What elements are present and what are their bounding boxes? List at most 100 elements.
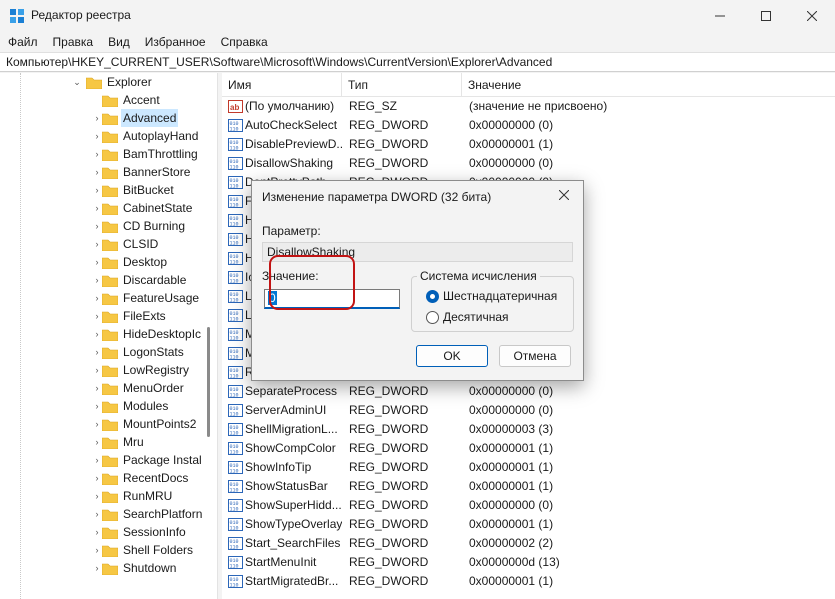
menu-help[interactable]: Справка: [213, 35, 275, 49]
chevron-right-icon[interactable]: ›: [92, 451, 102, 469]
chevron-right-icon[interactable]: ›: [92, 127, 102, 145]
value-type: REG_DWORD: [349, 498, 429, 512]
menu-edit[interactable]: Правка: [45, 35, 101, 49]
chevron-right-icon[interactable]: ›: [92, 163, 102, 181]
address-bar[interactable]: Компьютер\HKEY_CURRENT_USER\Software\Mic…: [0, 52, 835, 72]
chevron-right-icon[interactable]: ›: [92, 379, 102, 397]
chevron-right-icon[interactable]: ›: [92, 433, 102, 451]
tree-item[interactable]: › FileExts: [0, 307, 202, 325]
chevron-right-icon[interactable]: ›: [92, 487, 102, 505]
tree-item[interactable]: › FeatureUsage: [0, 289, 202, 307]
tree-item[interactable]: › MountPoints2: [0, 415, 202, 433]
chevron-right-icon[interactable]: ›: [92, 361, 102, 379]
chevron-right-icon[interactable]: ›: [92, 271, 102, 289]
radio-dec[interactable]: Десятичная: [426, 309, 509, 325]
list-row[interactable]: ab (По умолчанию) REG_SZ (значение не присв…: [222, 97, 835, 116]
list-row[interactable]: 010 110 StartMenuInit REG_DWORD 0x0000000d (…: [222, 553, 835, 572]
list-row[interactable]: 010 110 ShowCompColor REG_DWORD 0x00000001 (…: [222, 439, 835, 458]
tree-item[interactable]: › Advanced: [0, 109, 202, 127]
chevron-right-icon[interactable]: ›: [92, 235, 102, 253]
tree-item[interactable]: › SearchPlatforn: [0, 505, 202, 523]
tree-item[interactable]: › Discardable: [0, 271, 202, 289]
tree-item[interactable]: › RunMRU: [0, 487, 202, 505]
tree-item[interactable]: › BamThrottling: [0, 145, 202, 163]
tree-item[interactable]: › LogonStats: [0, 343, 202, 361]
maximize-button[interactable]: [743, 0, 789, 32]
chevron-down-icon[interactable]: ⌄: [72, 73, 82, 91]
menu-favorites[interactable]: Избранное: [137, 35, 213, 49]
tree-item[interactable]: ⌄ Explorer: [0, 73, 202, 91]
tree-scrollbar-thumb[interactable]: [207, 327, 210, 437]
tree-item[interactable]: › SessionInfo: [0, 523, 202, 541]
close-button[interactable]: [789, 0, 835, 32]
chevron-right-icon[interactable]: ›: [92, 469, 102, 487]
tree-item[interactable]: › CD Burning: [0, 217, 202, 235]
tree-item-label: LowRegistry: [123, 363, 190, 377]
tree-item[interactable]: › Shell Folders: [0, 541, 202, 559]
folder-icon: [101, 184, 119, 198]
dword-value-icon: 010 110: [228, 156, 243, 171]
tree-item[interactable]: › Desktop: [0, 253, 202, 271]
chevron-right-icon[interactable]: ›: [92, 541, 102, 559]
tree-item[interactable]: › Modules: [0, 397, 202, 415]
chevron-right-icon[interactable]: ›: [92, 307, 102, 325]
chevron-right-icon[interactable]: ›: [92, 397, 102, 415]
column-type[interactable]: Тип: [342, 73, 462, 97]
menu-file[interactable]: Файл: [0, 35, 45, 49]
chevron-right-icon[interactable]: ›: [92, 109, 102, 127]
list-row[interactable]: 010 110 StartMigratedBr... REG_DWORD 0x00000…: [222, 572, 835, 591]
dialog-close-button[interactable]: [553, 185, 575, 207]
cancel-button[interactable]: Отмена: [499, 345, 571, 367]
chevron-right-icon[interactable]: ›: [92, 145, 102, 163]
tree-item[interactable]: › BannerStore: [0, 163, 202, 181]
list-row[interactable]: 010 110 ShowInfoTip REG_DWORD 0x00000001 (1): [222, 458, 835, 477]
list-row[interactable]: 010 110 SeparateProcess REG_DWORD 0x00000000…: [222, 382, 835, 401]
column-name[interactable]: Имя: [222, 73, 342, 97]
chevron-right-icon[interactable]: ›: [92, 325, 102, 343]
column-value[interactable]: Значение: [462, 73, 835, 97]
tree-scrollbar[interactable]: [202, 73, 216, 599]
folder-icon: [101, 454, 119, 468]
radio-hex[interactable]: Шестнадцатеричная: [426, 288, 557, 304]
tree-item[interactable]: › CLSID: [0, 235, 202, 253]
chevron-right-icon[interactable]: ›: [92, 415, 102, 433]
tree-item[interactable]: › Shutdown: [0, 559, 202, 577]
chevron-right-icon[interactable]: ›: [92, 253, 102, 271]
chevron-right-icon[interactable]: ›: [92, 217, 102, 235]
value-data: 0x00000002 (2): [469, 536, 554, 550]
list-row[interactable]: 010 110 Start_SearchFiles REG_DWORD 0x000000…: [222, 534, 835, 553]
tree-item[interactable]: › BitBucket: [0, 181, 202, 199]
menu-view[interactable]: Вид: [100, 35, 137, 49]
tree-item[interactable]: › HideDesktopIc: [0, 325, 202, 343]
chevron-right-icon[interactable]: ›: [92, 505, 102, 523]
list-row[interactable]: 010 110 ShowStatusBar REG_DWORD 0x00000001 (…: [222, 477, 835, 496]
tree-item[interactable]: › AutoplayHand: [0, 127, 202, 145]
tree-item[interactable]: › Package Instal: [0, 451, 202, 469]
list-row[interactable]: 010 110 DisallowShaking REG_DWORD 0x00000000…: [222, 154, 835, 173]
list-row[interactable]: 010 110 ServerAdminUI REG_DWORD 0x00000000 (…: [222, 401, 835, 420]
chevron-right-icon[interactable]: ›: [92, 199, 102, 217]
tree-item-label: Package Instal: [123, 453, 202, 467]
chevron-right-icon[interactable]: ›: [92, 343, 102, 361]
radio-hex-indicator[interactable]: [426, 289, 439, 303]
key-tree[interactable]: ⌄ Explorer Accent › Advanced › AutoplayHand › Ba…: [0, 73, 218, 599]
tree-item[interactable]: › CabinetState: [0, 199, 202, 217]
chevron-right-icon[interactable]: ›: [92, 289, 102, 307]
list-row[interactable]: 010 110 DisablePreviewD... REG_DWORD 0x00000…: [222, 135, 835, 154]
list-row[interactable]: 010 110 AutoCheckSelect REG_DWORD 0x00000000…: [222, 116, 835, 135]
tree-item[interactable]: › MenuOrder: [0, 379, 202, 397]
chevron-right-icon[interactable]: ›: [92, 181, 102, 199]
ok-button[interactable]: OK: [416, 345, 488, 367]
radio-dec-indicator[interactable]: [426, 310, 439, 324]
list-row[interactable]: 010 110 ShellMigrationL... REG_DWORD 0x00000…: [222, 420, 835, 439]
tree-item[interactable]: › Mru: [0, 433, 202, 451]
tree-item[interactable]: › RecentDocs: [0, 469, 202, 487]
tree-item-label: Shutdown: [123, 561, 177, 575]
tree-item[interactable]: Accent: [0, 91, 202, 109]
minimize-button[interactable]: [697, 0, 743, 32]
list-row[interactable]: 010 110 ShowTypeOverlay REG_DWORD 0x00000001…: [222, 515, 835, 534]
chevron-right-icon[interactable]: ›: [92, 523, 102, 541]
tree-item[interactable]: › LowRegistry: [0, 361, 202, 379]
chevron-right-icon[interactable]: ›: [92, 559, 102, 577]
list-row[interactable]: 010 110 ShowSuperHidd... REG_DWORD 0x0000000…: [222, 496, 835, 515]
